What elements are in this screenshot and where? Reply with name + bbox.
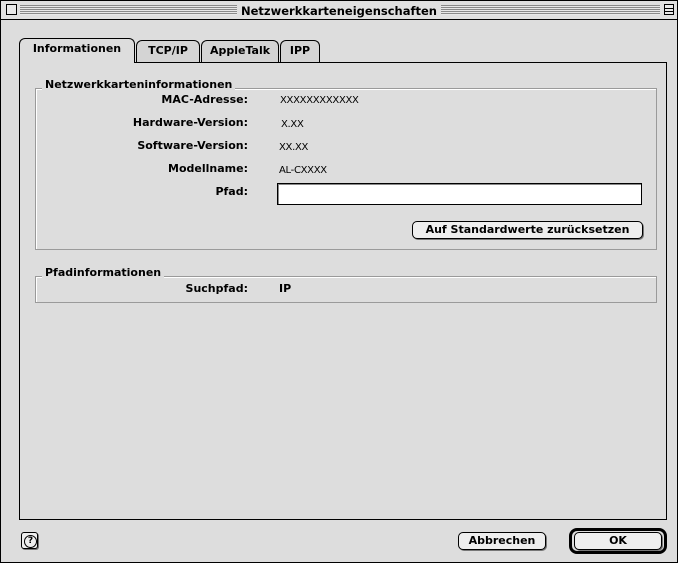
path-label: Pfad: (215, 185, 248, 198)
model-name-label: Modellname: (168, 162, 248, 175)
dialog-window: Netzwerkkarteneigenschaften Informatione… (0, 0, 678, 563)
cancel-button[interactable]: Abbrechen (458, 532, 546, 550)
path-input[interactable] (277, 183, 642, 205)
mac-address-value: XXXXXXXXXXXX (280, 95, 359, 106)
help-button[interactable]: ? (21, 532, 38, 549)
tab-informationen[interactable]: Informationen (19, 38, 135, 63)
hardware-version-label: Hardware-Version: (132, 116, 248, 129)
window-title: Netzwerkkarteneigenschaften (237, 4, 441, 18)
title-bar[interactable]: Netzwerkkarteneigenschaften (1, 1, 677, 20)
tab-content-panel: Netzwerkkarteninformationen MAC-Adresse:… (19, 62, 667, 520)
software-version-value: XX.XX (279, 142, 309, 153)
mac-address-label: MAC-Adresse: (161, 93, 248, 106)
search-path-label: Suchpfad: (185, 282, 248, 295)
network-info-group-label: Netzwerkkarteninformationen (42, 78, 236, 92)
tab-ipp[interactable]: IPP (280, 40, 320, 62)
ok-button[interactable]: OK (574, 532, 662, 550)
hardware-version-value: X.XX (281, 119, 304, 130)
model-name-value: AL-CXXXX (279, 165, 327, 176)
search-path-value: IP (279, 282, 292, 295)
zoom-box[interactable] (664, 4, 674, 15)
tab-tcp-ip[interactable]: TCP/IP (136, 40, 200, 62)
help-icon: ? (24, 535, 37, 548)
tab-appletalk[interactable]: AppleTalk (201, 40, 279, 62)
software-version-label: Software-Version: (137, 139, 248, 152)
reset-defaults-button[interactable]: Auf Standardwerte zurücksetzen (412, 221, 643, 239)
path-info-group-label: Pfadinformationen (42, 266, 165, 280)
